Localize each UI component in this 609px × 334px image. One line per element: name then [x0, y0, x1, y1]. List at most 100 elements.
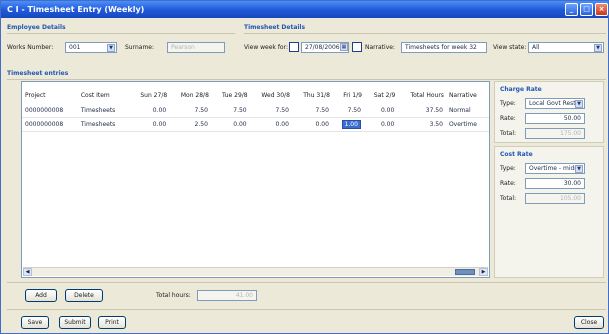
cell-narrative[interactable]: Normal	[446, 105, 489, 117]
chevron-down-icon[interactable]: ▼	[575, 165, 583, 173]
view-state-select[interactable]: All ▼	[528, 42, 604, 53]
cell-project[interactable]: 0000000008	[22, 117, 78, 131]
charge-type-label: Type:	[500, 100, 516, 107]
employee-details-title: Employee Details	[7, 24, 66, 31]
add-button[interactable]: Add	[25, 289, 57, 302]
save-button[interactable]: Save	[21, 316, 49, 329]
scroll-left-icon[interactable]: ◀	[23, 268, 32, 276]
cell-sun[interactable]: 0.00	[129, 117, 169, 131]
cost-rate-title: Cost Rate	[500, 151, 533, 158]
employee-details-divider	[7, 33, 235, 34]
cell-narrative[interactable]: Overtime	[446, 117, 489, 131]
scroll-thumb[interactable]	[455, 269, 475, 275]
cost-total-value: 105.00	[560, 195, 581, 202]
window-controls: _ □ ×	[565, 3, 608, 16]
cell-sat[interactable]: 0.00	[364, 117, 397, 131]
timesheet-details-divider	[244, 33, 606, 34]
charge-type-select[interactable]: Local Govt Rest ▼	[525, 98, 585, 109]
cell-mon[interactable]: 2.50	[169, 117, 211, 131]
column-header-wed[interactable]: Wed 30/8	[250, 82, 292, 105]
narrative-checkbox[interactable]	[352, 42, 362, 52]
horizontal-scrollbar[interactable]: ◀ ▶	[23, 267, 488, 276]
view-week-label: View week for:	[244, 44, 288, 51]
view-state-value: All	[532, 44, 540, 51]
column-header-tue[interactable]: Tue 29/8	[211, 82, 250, 105]
cost-rate-label: Rate:	[500, 180, 516, 187]
cost-type-select[interactable]: Overtime - midr ▼	[525, 163, 585, 174]
column-header-mon[interactable]: Mon 28/8	[169, 82, 211, 105]
entries-grid[interactable]: Project Cost Item Sun 27/8 Mon 28/8 Tue …	[21, 81, 490, 278]
column-header-sat[interactable]: Sat 2/9	[364, 82, 397, 105]
chevron-down-icon[interactable]: ▼	[575, 100, 583, 108]
timesheet-entries-title: Timesheet entries	[7, 70, 69, 77]
chevron-down-icon[interactable]: ▼	[107, 44, 115, 52]
submit-button-label: Submit	[64, 319, 86, 326]
cell-cost-item[interactable]: Timesheets	[78, 105, 129, 117]
add-button-label: Add	[35, 292, 47, 299]
view-week-checkbox[interactable]	[289, 42, 299, 52]
column-header-cost-item[interactable]: Cost Item	[78, 82, 129, 105]
chevron-down-icon[interactable]: ▼	[594, 44, 602, 52]
cell-tue[interactable]: 0.00	[211, 117, 250, 131]
total-hours-label: Total hours:	[156, 292, 191, 299]
close-button[interactable]: Close	[574, 316, 604, 329]
cell-fri-editing[interactable]: 1.00	[332, 117, 364, 131]
title-bar[interactable]: C I - Timesheet Entry (Weekly) _ □ ×	[1, 1, 608, 18]
column-header-sun[interactable]: Sun 27/8	[129, 82, 169, 105]
timesheet-window: C I - Timesheet Entry (Weekly) _ □ × Emp…	[0, 0, 609, 334]
charge-rate-title: Charge Rate	[500, 86, 542, 93]
cell-total-hours: 37.50	[425, 107, 443, 115]
delete-button-label: Delete	[74, 292, 94, 299]
column-header-thu[interactable]: Thu 31/8	[292, 82, 332, 105]
window-title: C I - Timesheet Entry (Weekly)	[7, 5, 145, 14]
table-row[interactable]: 0000000008 Timesheets 0.00 2.50 0.00 0.0…	[22, 117, 489, 131]
column-header-fri[interactable]: Fri 1/9	[332, 82, 364, 105]
charge-total-label: Total:	[500, 130, 517, 137]
cell-thu[interactable]: 0.00	[292, 117, 332, 131]
view-week-date-value: 27/08/2006	[305, 44, 340, 51]
minimize-icon[interactable]: _	[565, 3, 578, 16]
cell-thu[interactable]: 7.50	[292, 105, 332, 117]
print-button-label: Print	[105, 319, 119, 326]
cost-total-label: Total:	[500, 195, 517, 202]
charge-rate-panel: Charge Rate Type: Local Govt Rest ▼ Rate…	[494, 81, 604, 143]
charge-rate-field[interactable]: 50.00	[525, 113, 585, 124]
cell-wed[interactable]: 7.50	[250, 105, 292, 117]
submit-button[interactable]: Submit	[59, 316, 91, 329]
cell-project[interactable]: 0000000008	[22, 105, 78, 117]
narrative-label: Narrative:	[365, 44, 395, 51]
table-row[interactable]: 0000000008 Timesheets 0.00 7.50 7.50 7.5…	[22, 105, 489, 117]
fri-edit-value[interactable]: 1.00	[341, 119, 361, 129]
cell-fri[interactable]: 7.50	[332, 105, 364, 117]
scroll-right-icon[interactable]: ▶	[479, 268, 488, 276]
footer-divider	[7, 309, 606, 310]
close-icon[interactable]: ×	[595, 3, 608, 16]
print-button[interactable]: Print	[98, 316, 126, 329]
timesheet-entries-divider	[7, 79, 606, 80]
column-header-narrative[interactable]: Narrative	[446, 82, 489, 105]
cost-total-field: 105.00	[525, 193, 585, 204]
cost-type-value: Overtime - midr	[529, 165, 577, 172]
total-hours-value: 41.00	[235, 292, 253, 299]
cost-rate-panel: Cost Rate Type: Overtime - midr ▼ Rate: …	[494, 146, 604, 278]
surname-field: Pearson	[167, 42, 225, 53]
works-number-select[interactable]: 001 ▼	[65, 42, 117, 53]
delete-button[interactable]: Delete	[65, 289, 103, 302]
charge-total-field: 175.00	[525, 128, 585, 139]
column-header-project[interactable]: Project	[22, 82, 78, 105]
calendar-icon[interactable]: ▦	[340, 43, 348, 51]
cell-cost-item[interactable]: Timesheets	[78, 117, 129, 131]
charge-rate-value: 50.00	[563, 115, 581, 122]
close-button-label: Close	[580, 319, 598, 326]
cell-mon[interactable]: 7.50	[169, 105, 211, 117]
maximize-icon[interactable]: □	[580, 3, 593, 16]
cell-tue[interactable]: 7.50	[211, 105, 250, 117]
cell-sat[interactable]: 0.00	[364, 105, 397, 117]
cell-sun[interactable]: 0.00	[129, 105, 169, 117]
cell-wed[interactable]: 0.00	[250, 117, 292, 131]
cost-rate-field[interactable]: 30.00	[525, 178, 585, 189]
column-header-total-hours[interactable]: Total Hours	[397, 82, 446, 105]
cost-rate-value: 30.00	[563, 180, 581, 187]
narrative-field[interactable]: Timesheets for week 32	[401, 42, 487, 53]
charge-rate-label: Rate:	[500, 115, 516, 122]
